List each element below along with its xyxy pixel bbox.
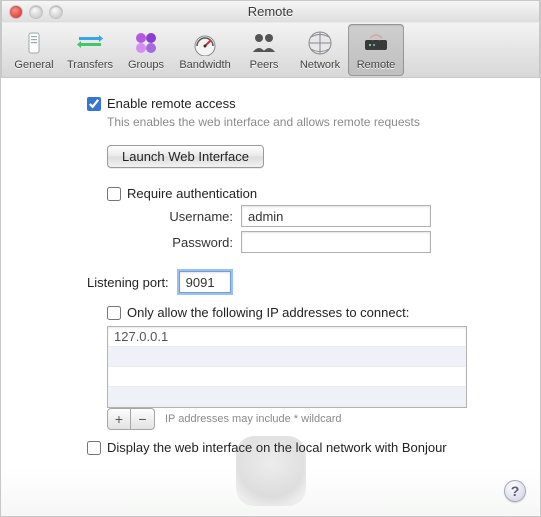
tab-peers[interactable]: Peers (236, 24, 292, 76)
groups-icon (131, 29, 161, 57)
tab-label: Peers (250, 59, 279, 71)
transfers-icon (75, 29, 105, 57)
ip-address-list[interactable]: 127.0.0.1 (107, 326, 467, 408)
bandwidth-icon (190, 29, 220, 57)
ip-allow-label: Only allow the following IP addresses to… (127, 305, 409, 320)
remote-icon (361, 29, 391, 57)
enable-remote-label: Enable remote access (107, 96, 236, 111)
help-icon: ? (511, 483, 520, 499)
ip-wildcard-hint: IP addresses may include * wildcard (165, 413, 342, 425)
listening-port-field[interactable] (179, 271, 231, 293)
listening-port-label: Listening port: (87, 275, 169, 290)
tab-label: Transfers (67, 59, 113, 71)
enable-remote-checkbox[interactable] (87, 97, 101, 111)
remote-pane: Enable remote access This enables the we… (1, 78, 540, 455)
require-auth-label: Require authentication (127, 186, 257, 201)
password-label: Password: (133, 235, 233, 250)
window-title: Remote (2, 4, 539, 19)
tab-network[interactable]: Network (292, 24, 348, 76)
require-auth-checkbox[interactable] (107, 187, 121, 201)
general-icon (19, 29, 49, 57)
password-field[interactable] (241, 231, 431, 253)
tab-label: General (14, 59, 53, 71)
add-ip-button[interactable]: + (107, 408, 131, 430)
tab-label: Groups (128, 59, 164, 71)
tab-general[interactable]: General (6, 24, 62, 76)
peers-icon (249, 29, 279, 57)
help-button[interactable]: ? (504, 480, 526, 502)
list-item[interactable] (108, 347, 466, 367)
launch-web-interface-button[interactable]: Launch Web Interface (107, 145, 264, 168)
tab-label: Bandwidth (179, 59, 230, 71)
tab-remote[interactable]: Remote (348, 24, 404, 76)
ip-allow-checkbox[interactable] (107, 306, 121, 320)
preferences-toolbar: General Transfers Groups Bandwidth Peers (1, 22, 540, 78)
list-item[interactable] (108, 367, 466, 387)
username-field[interactable] (241, 205, 431, 227)
tab-bandwidth[interactable]: Bandwidth (174, 24, 236, 76)
remove-ip-button[interactable]: − (131, 408, 155, 430)
list-item[interactable] (108, 387, 466, 407)
list-item[interactable]: 127.0.0.1 (108, 327, 466, 347)
network-icon (305, 29, 335, 57)
titlebar: Remote (1, 0, 540, 22)
background-watermark (1, 456, 540, 516)
bonjour-label: Display the web interface on the local n… (107, 440, 447, 455)
username-label: Username: (133, 209, 233, 224)
tab-transfers[interactable]: Transfers (62, 24, 118, 76)
enable-remote-hint: This enables the web interface and allow… (107, 115, 512, 129)
tab-label: Network (300, 59, 340, 71)
bonjour-checkbox[interactable] (87, 441, 101, 455)
tab-groups[interactable]: Groups (118, 24, 174, 76)
tab-label: Remote (357, 59, 396, 71)
